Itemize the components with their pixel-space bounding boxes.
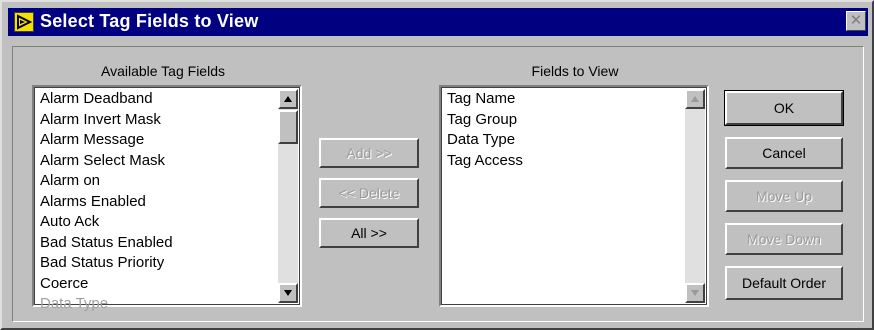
list-item[interactable]: Alarm Message [40, 130, 173, 151]
dialog-content: Available Tag Fields Alarm Deadband Alarm… [12, 46, 864, 322]
window-title: Select Tag Fields to View [40, 11, 259, 31]
cancel-button[interactable]: Cancel [725, 137, 843, 169]
default-order-button[interactable]: Default Order [725, 266, 843, 300]
available-fields-label: Available Tag Fields [100, 63, 225, 79]
list-item[interactable]: Alarm Deadband [40, 89, 173, 110]
delete-button[interactable]: << Delete [319, 178, 419, 208]
list-item[interactable]: Coerce [40, 274, 173, 295]
arrow-down-icon [691, 290, 699, 296]
available-scrollbar[interactable] [278, 89, 298, 303]
scroll-thumb[interactable] [278, 110, 298, 144]
move-down-button[interactable]: Move Down [725, 223, 843, 255]
list-item[interactable]: Bad Status Enabled [40, 233, 173, 254]
scroll-down-button[interactable] [685, 283, 705, 303]
add-button[interactable]: Add >> [319, 138, 419, 168]
fields-to-view-label: Fields to View [531, 63, 619, 79]
list-item[interactable]: Alarm Select Mask [40, 151, 173, 172]
list-item[interactable]: Bad Status Priority [40, 253, 173, 274]
fields-to-view-items: Tag Name Tag Group Data Type Tag Access [447, 89, 523, 171]
title-bar[interactable]: Select Tag Fields to View ✕ [8, 8, 868, 36]
dialog-window: Select Tag Fields to View ✕ Available Ta… [0, 0, 874, 330]
close-button[interactable]: ✕ [846, 11, 866, 31]
arrow-up-icon [284, 96, 292, 102]
fields-to-view-list[interactable]: Tag Name Tag Group Data Type Tag Access [439, 85, 709, 307]
list-item[interactable]: Alarm on [40, 171, 173, 192]
list-item[interactable]: Data Type [40, 294, 173, 315]
list-item[interactable]: Auto Ack [40, 212, 173, 233]
arrow-up-icon [691, 96, 699, 102]
move-up-button[interactable]: Move Up [725, 180, 843, 212]
scroll-up-button[interactable] [685, 89, 705, 109]
list-item[interactable]: Alarms Enabled [40, 192, 173, 213]
ok-button[interactable]: OK [724, 90, 844, 126]
arrow-down-icon [284, 290, 292, 296]
scroll-down-button[interactable] [278, 283, 298, 303]
fields-scrollbar[interactable] [685, 89, 705, 303]
available-fields-items: Alarm Deadband Alarm Invert Mask Alarm Mes… [40, 89, 173, 315]
list-item[interactable]: Alarm Invert Mask [40, 110, 173, 131]
app-arrow-icon [14, 12, 34, 32]
scroll-up-button[interactable] [278, 89, 298, 109]
available-fields-list[interactable]: Alarm Deadband Alarm Invert Mask Alarm Mes… [32, 85, 302, 312]
list-item[interactable]: Tag Access [447, 151, 523, 172]
list-item[interactable]: Tag Name [447, 89, 523, 110]
list-item[interactable]: Tag Group [447, 110, 523, 131]
list-item[interactable]: Data Type [447, 130, 523, 151]
add-all-button[interactable]: All >> [319, 218, 419, 248]
